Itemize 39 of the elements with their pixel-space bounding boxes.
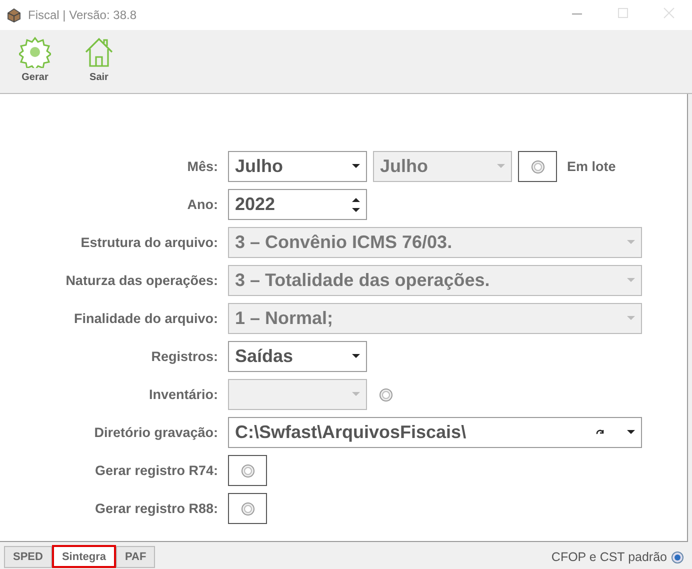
radio-button[interactable]	[379, 388, 393, 402]
dropdown-arrow-icon	[352, 164, 360, 169]
spin-arrows-icon	[352, 196, 360, 212]
house-icon	[83, 36, 115, 68]
tab[interactable]: Sintegra	[52, 545, 116, 568]
dropdown-arrow-icon	[627, 430, 635, 435]
radio-button[interactable]	[671, 550, 684, 564]
toolbar-button[interactable]: Sair	[76, 30, 122, 93]
radio-button[interactable]	[240, 502, 254, 516]
dropdown-arrow-icon	[627, 316, 635, 321]
tab[interactable]: SPED	[4, 546, 52, 568]
field-label: Ano:	[186, 197, 219, 212]
toolbar-button[interactable]: Gerar	[12, 30, 58, 93]
dropdown[interactable]: Julho	[228, 151, 367, 182]
dropdown-arrow-icon	[627, 278, 635, 283]
radio-button[interactable]	[240, 464, 254, 478]
number-spinner[interactable]: 2022	[228, 189, 367, 220]
gear-icon	[19, 36, 51, 68]
field-label: Naturza das operações:	[64, 273, 219, 288]
field-label: Mês:	[186, 159, 219, 174]
tab[interactable]: PAF	[116, 546, 156, 568]
option-label: Em lote	[567, 159, 616, 174]
field-label: Gerar registro R88:	[94, 501, 219, 516]
field-label: Inventário:	[148, 387, 219, 402]
directory-field[interactable]: C:\Swfast\ArquivosFiscais\	[228, 417, 642, 448]
radio-button[interactable]	[530, 160, 544, 174]
window-title: Fiscal | Versão: 38.8	[28, 8, 137, 22]
field-label: Gerar registro R74:	[94, 463, 219, 478]
dropdown-arrow-icon	[352, 354, 360, 359]
field-label: Diretório gravação:	[93, 425, 219, 440]
field-label: Registros:	[150, 349, 219, 364]
field-label: Estrutura do arquivo:	[80, 235, 219, 250]
status-label: CFOP e CST padrão	[551, 550, 667, 564]
dropdown-arrow-icon	[627, 240, 635, 245]
dropdown-arrow-icon	[352, 392, 360, 397]
app-icon	[6, 7, 22, 23]
dropdown[interactable]: Saídas	[228, 341, 367, 372]
field-label: Finalidade do arquivo:	[72, 311, 219, 326]
dropdown-arrow-icon	[497, 164, 505, 169]
